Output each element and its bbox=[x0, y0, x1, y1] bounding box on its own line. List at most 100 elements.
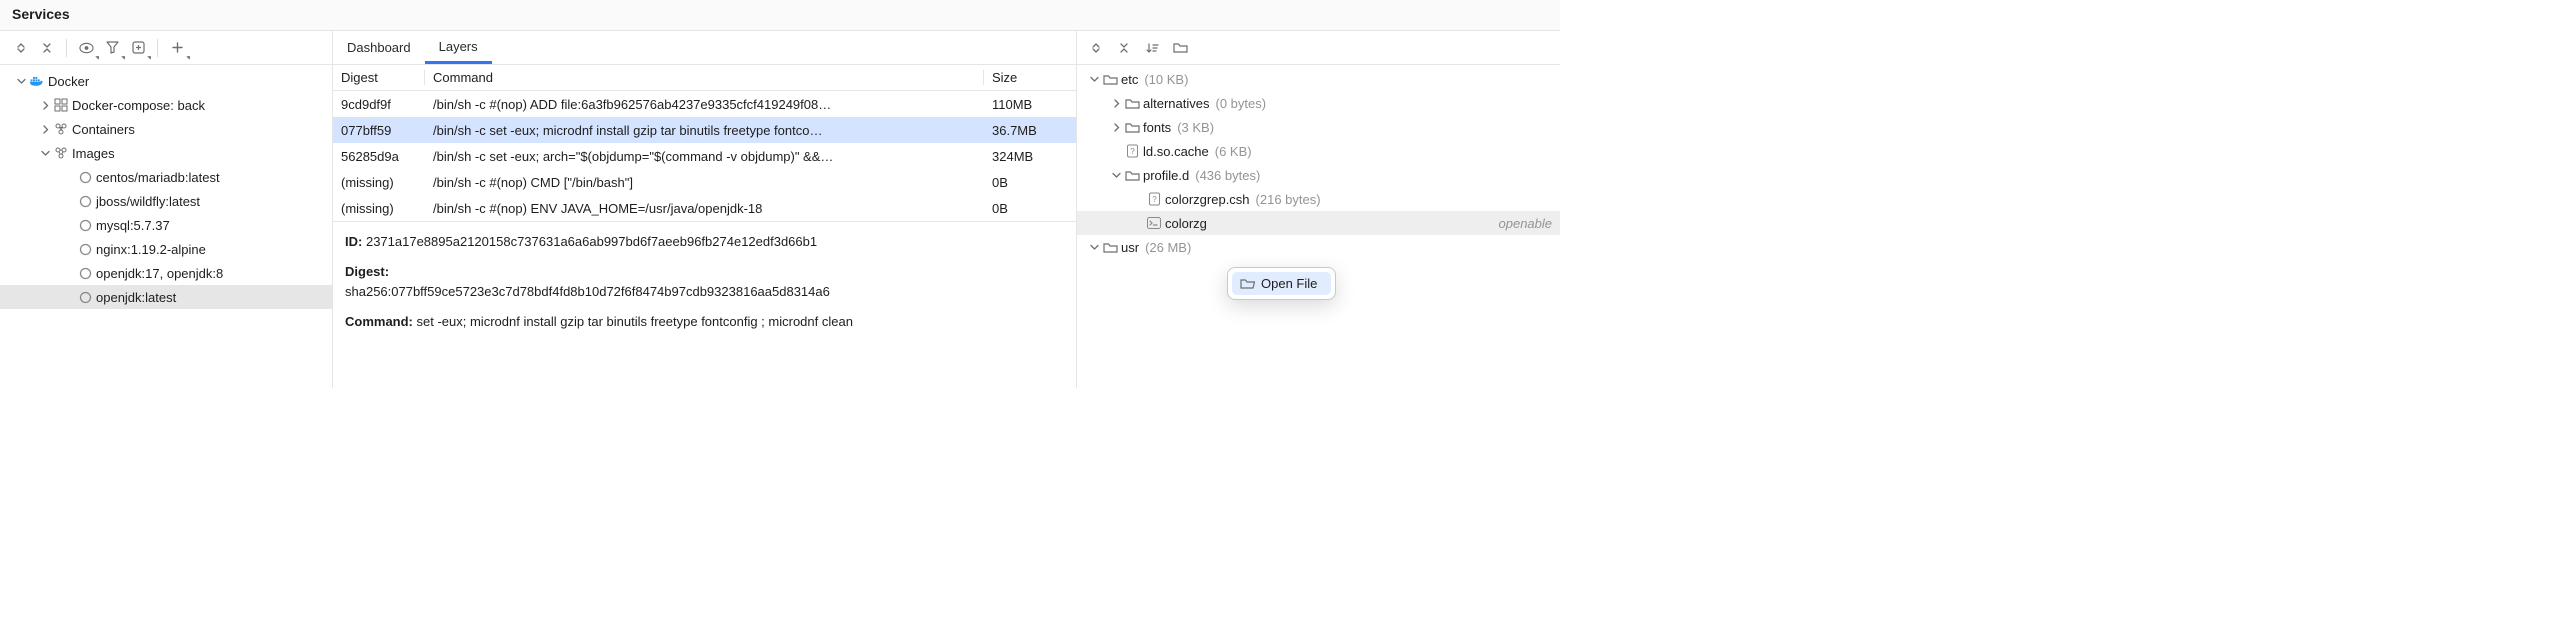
chevron-down-icon[interactable] bbox=[14, 77, 28, 86]
table-row[interactable]: (missing)/bin/sh -c #(nop) CMD ["/bin/ba… bbox=[333, 169, 1076, 195]
file-tree-pane: etc(10 KB)alternatives(0 bytes)fonts(3 K… bbox=[1077, 31, 1560, 388]
context-open-file[interactable]: Open File bbox=[1232, 272, 1331, 295]
chevron-right-icon[interactable] bbox=[38, 125, 52, 134]
show-options-icon[interactable] bbox=[75, 37, 97, 59]
tree-item[interactable]: nginx:1.19.2-alpine bbox=[0, 237, 332, 261]
file-size: (0 bytes) bbox=[1215, 96, 1266, 111]
tree-item[interactable]: openjdk:17, openjdk:8 bbox=[0, 261, 332, 285]
cell-size: 36.7MB bbox=[984, 123, 1076, 138]
image-icon bbox=[76, 267, 94, 280]
tab-layers[interactable]: Layers bbox=[425, 31, 492, 64]
unknown-icon: ? bbox=[1123, 144, 1141, 158]
image-icon bbox=[76, 195, 94, 208]
tree-item[interactable]: centos/mariadb:latest bbox=[0, 165, 332, 189]
file-size: (216 bytes) bbox=[1256, 192, 1321, 207]
col-size[interactable]: Size bbox=[984, 70, 1076, 85]
chevron-right-icon[interactable] bbox=[38, 101, 52, 110]
collapse-all-icon[interactable] bbox=[1113, 37, 1135, 59]
cell-command: /bin/sh -c set -eux; arch="$(objdump="$(… bbox=[425, 149, 984, 164]
services-tree[interactable]: Docker Docker-compose: back Containers Imag… bbox=[0, 65, 332, 388]
file-tree-item[interactable]: ?ld.so.cache(6 KB) bbox=[1077, 139, 1560, 163]
image-icon bbox=[76, 219, 94, 232]
tree-item[interactable]: jboss/wildfly:latest bbox=[0, 189, 332, 213]
layer-details: ID: 2371a17e8895a2120158c737631a6a6ab997… bbox=[333, 221, 1076, 333]
openable-badge: openable bbox=[1489, 216, 1553, 231]
tree-item[interactable]: mysql:5.7.37 bbox=[0, 213, 332, 237]
file-tree-item[interactable]: usr(26 MB) bbox=[1077, 235, 1560, 259]
tree-item-label: Images bbox=[72, 146, 115, 161]
cell-command: /bin/sh -c #(nop) ADD file:6a3fb962576ab… bbox=[425, 97, 984, 112]
chevron-right-icon[interactable] bbox=[1109, 99, 1123, 108]
id-label: ID: bbox=[345, 234, 362, 249]
table-row[interactable]: 9cd9df9f/bin/sh -c #(nop) ADD file:6a3fb… bbox=[333, 91, 1076, 117]
cell-command: /bin/sh -c #(nop) CMD ["/bin/bash"] bbox=[425, 175, 984, 190]
center-pane: DashboardLayers Digest Command Size 9cd9… bbox=[333, 31, 1077, 388]
sort-icon[interactable] bbox=[1141, 37, 1163, 59]
svg-text:?: ? bbox=[1130, 147, 1135, 156]
file-tree-item[interactable]: fonts(3 KB) bbox=[1077, 115, 1560, 139]
tree-item-label: Docker bbox=[48, 74, 89, 89]
cell-digest: 9cd9df9f bbox=[333, 97, 425, 112]
tree-item[interactable]: Images bbox=[0, 141, 332, 165]
cell-size: 0B bbox=[984, 175, 1076, 190]
sidebar-toolbar bbox=[0, 31, 332, 65]
add-service-icon[interactable] bbox=[166, 37, 188, 59]
tree-item-label: nginx:1.19.2-alpine bbox=[96, 242, 206, 257]
group-by-icon[interactable] bbox=[127, 37, 149, 59]
context-menu: Open File bbox=[1227, 267, 1336, 300]
cell-size: 0B bbox=[984, 201, 1076, 216]
folder-icon bbox=[1123, 97, 1141, 110]
col-command[interactable]: Command bbox=[425, 70, 984, 85]
file-size: (436 bytes) bbox=[1195, 168, 1260, 183]
file-tree-item[interactable]: ? colorzgrep.csh (216 bytes) bbox=[1077, 187, 1560, 211]
chevron-down-icon[interactable] bbox=[1109, 171, 1123, 180]
tabs-bar: DashboardLayers bbox=[333, 31, 1076, 65]
tree-item-label: Containers bbox=[72, 122, 135, 137]
tree-item[interactable]: openjdk:latest bbox=[0, 285, 332, 309]
file-tree-label: colorzgrep.csh bbox=[1165, 192, 1250, 207]
images-icon bbox=[52, 146, 70, 160]
file-tree-item[interactable]: colorzg openable bbox=[1077, 211, 1560, 235]
tree-item-label: centos/mariadb:latest bbox=[96, 170, 220, 185]
svg-text:?: ? bbox=[1152, 195, 1157, 204]
chevron-down-icon[interactable] bbox=[38, 149, 52, 158]
table-row[interactable]: (missing)/bin/sh -c #(nop) ENV JAVA_HOME… bbox=[333, 195, 1076, 221]
chevron-down-icon[interactable] bbox=[1087, 75, 1101, 84]
tree-item-label: openjdk:latest bbox=[96, 290, 176, 305]
filter-icon[interactable] bbox=[101, 37, 123, 59]
cell-digest: 56285d9a bbox=[333, 149, 425, 164]
col-digest[interactable]: Digest bbox=[333, 70, 425, 85]
file-tree-label: colorzg bbox=[1165, 216, 1207, 231]
unknown-icon: ? bbox=[1145, 192, 1163, 206]
tree-item[interactable]: Containers bbox=[0, 117, 332, 141]
expand-all-icon[interactable] bbox=[1085, 37, 1107, 59]
file-tree-item[interactable]: alternatives(0 bytes) bbox=[1077, 91, 1560, 115]
expand-all-icon[interactable] bbox=[10, 37, 32, 59]
file-tree-label: usr bbox=[1121, 240, 1139, 255]
tree-item-label: openjdk:17, openjdk:8 bbox=[96, 266, 223, 281]
image-icon bbox=[76, 291, 94, 304]
image-icon bbox=[76, 171, 94, 184]
tree-item-label: jboss/wildfly:latest bbox=[96, 194, 200, 209]
chevron-down-icon[interactable] bbox=[1087, 243, 1101, 252]
file-tree[interactable]: etc(10 KB)alternatives(0 bytes)fonts(3 K… bbox=[1077, 65, 1560, 388]
digest-value: sha256:077bff59ce5723e3c7d78bdf4fd8b10d7… bbox=[345, 282, 1064, 302]
main-layout: Docker Docker-compose: back Containers Imag… bbox=[0, 31, 1560, 388]
table-row[interactable]: 56285d9a/bin/sh -c set -eux; arch="$(obj… bbox=[333, 143, 1076, 169]
file-tree-item[interactable]: profile.d(436 bytes) bbox=[1077, 163, 1560, 187]
tab-dashboard[interactable]: Dashboard bbox=[333, 31, 425, 64]
chevron-right-icon[interactable] bbox=[1109, 123, 1123, 132]
file-tree-toolbar bbox=[1077, 31, 1560, 65]
cell-digest: (missing) bbox=[333, 175, 425, 190]
services-sidebar: Docker Docker-compose: back Containers Imag… bbox=[0, 31, 333, 388]
tree-item[interactable]: Docker-compose: back bbox=[0, 93, 332, 117]
folder-icon bbox=[1101, 241, 1119, 254]
tree-item[interactable]: Docker bbox=[0, 69, 332, 93]
cell-digest: (missing) bbox=[333, 201, 425, 216]
table-row[interactable]: 077bff59/bin/sh -c set -eux; microdnf in… bbox=[333, 117, 1076, 143]
panel-title: Services bbox=[0, 0, 1560, 31]
collapse-all-icon[interactable] bbox=[36, 37, 58, 59]
open-folder-icon[interactable] bbox=[1169, 37, 1191, 59]
folder-icon bbox=[1101, 73, 1119, 86]
file-tree-item[interactable]: etc(10 KB) bbox=[1077, 67, 1560, 91]
